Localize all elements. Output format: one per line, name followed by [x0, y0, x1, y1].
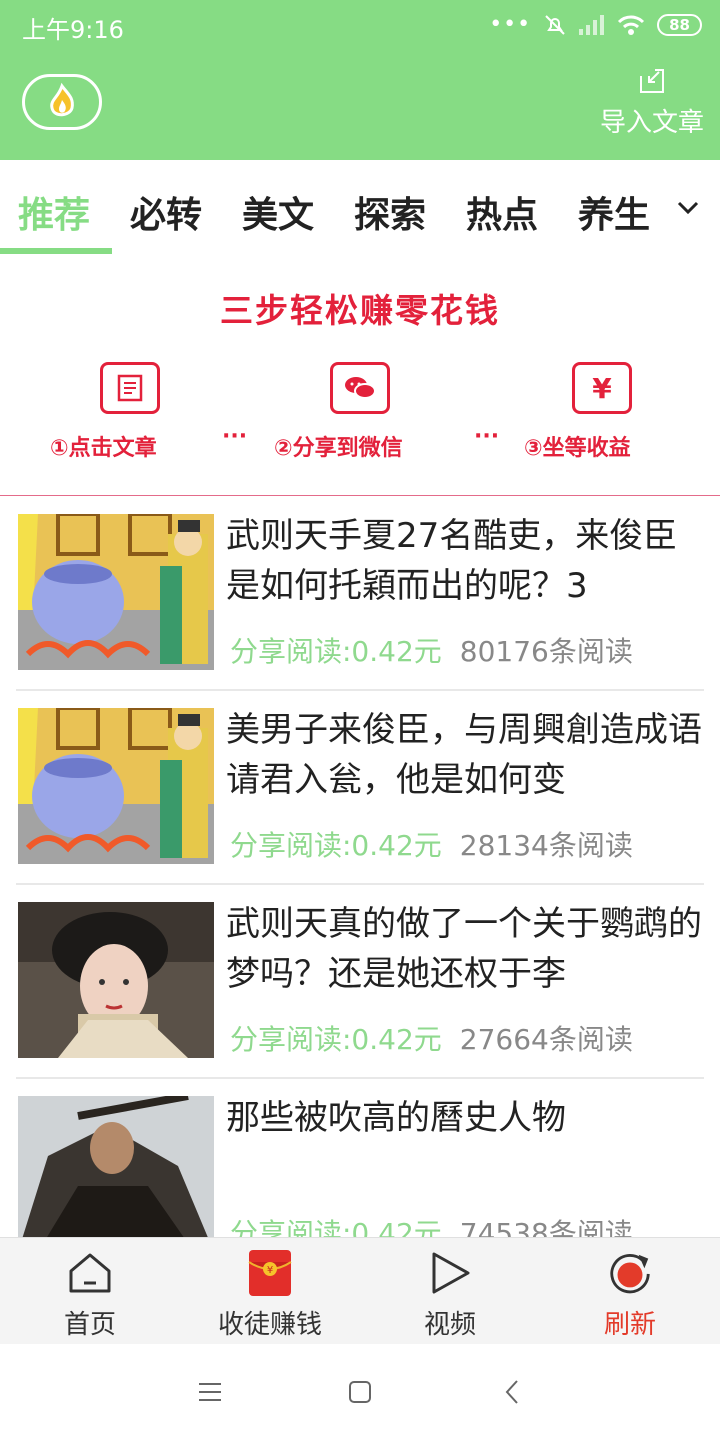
article-item[interactable]: 那些被吹高的曆史人物 分享阅读:0.42元 74538条阅读	[0, 1079, 720, 1237]
home-icon	[66, 1248, 114, 1298]
tab-must-share[interactable]: 必转	[130, 186, 202, 238]
import-article-label: 导入文章	[599, 108, 704, 138]
article-item[interactable]: 美男子来俊臣，与周興創造成语请君入瓮，他是如何变 分享阅读:0.42元 28134…	[0, 691, 720, 885]
step-1-label: ①点击文章	[50, 436, 157, 461]
read-count: 28134条阅读	[459, 829, 633, 862]
bottom-nav: 首页 ¥ 收徒赚钱 视频 刷新	[0, 1237, 720, 1344]
article-title: 美男子来俊臣，与周興創造成语请君入瓮，他是如何变	[226, 710, 702, 800]
step-separator: ···	[222, 424, 248, 449]
nav-recruit[interactable]: ¥ 收徒赚钱	[180, 1238, 360, 1345]
article-feed[interactable]: 武则天手夏27名酷吏，来俊臣是如何托穎而出的呢？3 分享阅读:0.42元 8017…	[0, 497, 720, 1237]
article-meta: 分享阅读:0.42元 27664条阅读	[230, 1018, 633, 1058]
article-meta: 分享阅读:0.42元 28134条阅读	[230, 824, 633, 864]
nav-home-label: 首页	[63, 1310, 116, 1340]
status-time: 上午9:16	[22, 16, 124, 44]
status-bar: 上午9:16 ••• 88	[0, 0, 720, 52]
status-icons: ••• 88	[489, 12, 702, 37]
menu-icon[interactable]	[194, 1376, 226, 1408]
wechat-icon	[330, 362, 390, 414]
article-item[interactable]: 武则天手夏27名酷吏，来俊臣是如何托穎而出的呢？3 分享阅读:0.42元 8017…	[0, 497, 720, 691]
mute-icon	[545, 14, 565, 35]
tab-active-indicator	[0, 248, 112, 254]
svg-text:¥: ¥	[267, 1265, 273, 1276]
nav-video[interactable]: 视频	[360, 1238, 540, 1345]
home-square-icon[interactable]	[344, 1376, 376, 1408]
earning-steps-banner: 三步轻松赚零花钱 ¥ ①点击文章 ··· ②分享到微信 ··· ③坐等收益	[0, 256, 720, 496]
article-thumbnail	[18, 708, 214, 864]
article-title: 武则天手夏27名酷吏，来俊臣是如何托穎而出的呢？3	[226, 516, 678, 606]
tab-essays[interactable]: 美文	[242, 186, 314, 238]
import-article-button[interactable]: 导入文章	[600, 66, 704, 139]
step-2-label: ②分享到微信	[274, 436, 403, 461]
share-reward: 分享阅读:0.42元	[230, 1023, 442, 1056]
red-envelope-icon: ¥	[246, 1248, 294, 1298]
import-icon	[639, 69, 664, 93]
article-thumbnail	[18, 1096, 214, 1237]
read-count: 74538条阅读	[459, 1217, 633, 1237]
back-icon[interactable]	[496, 1376, 528, 1408]
wifi-icon	[618, 15, 645, 35]
article-thumbnail	[18, 902, 214, 1058]
refresh-icon	[606, 1248, 654, 1298]
read-count: 80176条阅读	[459, 635, 633, 668]
article-title: 那些被吹高的曆史人物	[226, 1098, 566, 1138]
battery-indicator: 88	[657, 13, 702, 36]
flame-icon	[50, 82, 74, 117]
article-item[interactable]: 武则天真的做了一个关于鹦鹉的梦吗？还是她还权于李 分享阅读:0.42元 27664…	[0, 885, 720, 1079]
promo-title: 三步轻松赚零花钱	[220, 291, 500, 330]
app-logo-button[interactable]	[22, 74, 102, 130]
article-icon	[100, 362, 160, 414]
tab-hot[interactable]: 热点	[466, 186, 538, 238]
app-header: 导入文章	[0, 52, 720, 160]
nav-refresh-label: 刷新	[603, 1310, 656, 1340]
step-3-label: ③坐等收益	[524, 436, 631, 461]
chevron-down-icon	[677, 201, 699, 215]
more-dots-icon: •••	[489, 12, 532, 37]
tab-recommend[interactable]: 推荐	[18, 186, 90, 238]
play-icon	[426, 1248, 474, 1298]
share-reward: 分享阅读:0.42元	[230, 635, 442, 668]
nav-recruit-label: 收徒赚钱	[217, 1310, 322, 1340]
yuan-icon: ¥	[572, 362, 632, 414]
share-reward: 分享阅读:0.42元	[230, 1217, 442, 1237]
step-separator: ···	[474, 424, 500, 449]
system-nav-bar	[0, 1344, 720, 1440]
article-title: 武则天真的做了一个关于鹦鹉的梦吗？还是她还权于李	[226, 904, 702, 994]
tab-explore[interactable]: 探索	[354, 186, 426, 238]
nav-home[interactable]: 首页	[0, 1238, 180, 1345]
tabs-expand-button[interactable]	[672, 192, 704, 224]
signal-icon	[579, 14, 605, 35]
category-tabs: 推荐 必转 美文 探索 热点 养生	[0, 160, 720, 256]
tab-health[interactable]: 养生	[578, 186, 650, 238]
article-meta: 分享阅读:0.42元 80176条阅读	[230, 630, 633, 670]
nav-video-label: 视频	[423, 1310, 476, 1340]
article-meta: 分享阅读:0.42元 74538条阅读	[230, 1212, 633, 1237]
nav-refresh[interactable]: 刷新	[540, 1238, 720, 1345]
share-reward: 分享阅读:0.42元	[230, 829, 442, 862]
read-count: 27664条阅读	[459, 1023, 633, 1056]
article-thumbnail	[18, 514, 214, 670]
